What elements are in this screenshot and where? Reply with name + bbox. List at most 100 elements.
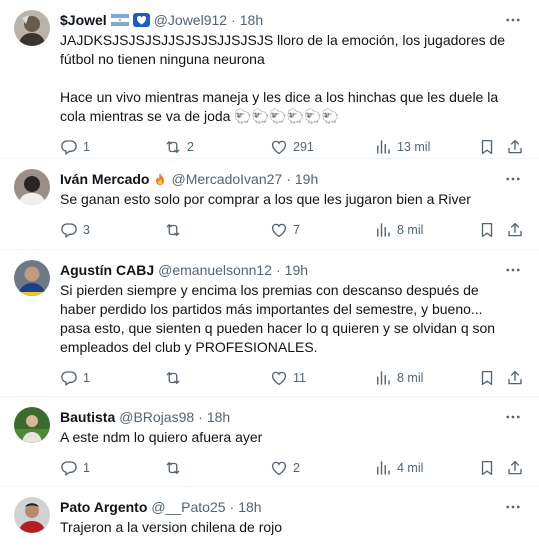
tweet-text: Si pierden siempre y encima los premias … — [60, 282, 496, 355]
separator-dot: · — [286, 171, 291, 187]
separator-dot: · — [229, 499, 235, 515]
more-options-icon[interactable] — [503, 169, 523, 189]
handle[interactable]: @__Pato25 — [151, 497, 225, 517]
tweet-header: Pato Argento @__Pato25 · 18h — [60, 497, 527, 517]
tweet-actions: 1 11 8 mil — [60, 361, 527, 397]
handle[interactable]: @MercadoIvan27 — [171, 169, 282, 189]
views-button[interactable]: 4 mil — [374, 459, 423, 477]
reply-count: 1 — [83, 461, 90, 475]
handle[interactable]: @BRojas98 — [119, 407, 194, 427]
avatar[interactable] — [14, 497, 50, 533]
view-count: 4 mil — [397, 461, 424, 475]
tweet[interactable]: Iván Mercado @MercadoIvan27 · 19h Se gan… — [0, 159, 539, 250]
tweet-header: Bautista @BRojas98 · 18h — [60, 407, 527, 427]
avatar[interactable] — [14, 407, 50, 443]
analytics-icon — [374, 459, 392, 477]
reply-icon — [60, 221, 78, 239]
reply-button[interactable]: 3 — [60, 221, 90, 239]
reply-button[interactable]: 1 — [60, 138, 90, 156]
retweet-button[interactable] — [164, 221, 187, 239]
reply-count: 1 — [83, 140, 90, 154]
tweet-header: $Jowel @Jowel912 · 18h — [60, 10, 527, 30]
separator-dot: · — [275, 262, 281, 278]
timestamp[interactable]: 18h — [238, 497, 261, 517]
like-button[interactable]: 2 — [270, 459, 300, 477]
like-count: 2 — [293, 461, 300, 475]
retweet-button[interactable] — [164, 369, 187, 387]
bookmark-button[interactable] — [478, 138, 496, 156]
share-button[interactable] — [506, 459, 524, 477]
share-button[interactable] — [506, 369, 524, 387]
display-name[interactable]: $Jowel — [60, 10, 107, 30]
bookmark-icon — [478, 138, 496, 156]
retweet-icon — [164, 369, 182, 387]
tweet-text: JAJDKSJSJSJSJJSJSJSJJSJSJS lloro de la e… — [60, 32, 506, 124]
display-name[interactable]: Pato Argento — [60, 497, 147, 517]
bookmark-icon — [478, 369, 496, 387]
more-options-icon[interactable] — [503, 497, 523, 517]
like-button[interactable]: 7 — [270, 221, 300, 239]
share-button[interactable] — [506, 221, 524, 239]
avatar[interactable] — [14, 10, 50, 46]
analytics-icon — [374, 138, 392, 156]
reply-count: 1 — [83, 371, 90, 385]
reply-button[interactable]: 1 — [60, 369, 90, 387]
reply-count: 3 — [83, 223, 90, 237]
tweet-text: Se ganan esto solo por comprar a los que… — [60, 191, 471, 207]
views-button[interactable]: 8 mil — [374, 369, 423, 387]
share-icon — [506, 369, 524, 387]
reply-button[interactable]: 1 — [60, 459, 90, 477]
view-count: 13 mil — [397, 140, 431, 154]
tweet-text: Trajeron a la version chilena de rojo — [60, 519, 283, 535]
separator-dot: · — [231, 12, 236, 28]
reply-feed: $Jowel @Jowel912 · 18h JAJDKSJSJSJSJJSJS… — [0, 0, 539, 547]
blue-heart-icon — [132, 13, 150, 27]
views-button[interactable]: 8 mil — [374, 221, 423, 239]
timestamp[interactable]: 18h — [240, 10, 263, 30]
tweet[interactable]: Pato Argento @__Pato25 · 18h Trajeron a … — [0, 487, 539, 547]
tweet[interactable]: $Jowel @Jowel912 · 18h JAJDKSJSJSJSJJSJS… — [0, 0, 539, 159]
retweet-icon — [164, 138, 182, 156]
like-button[interactable]: 11 — [270, 369, 306, 387]
retweet-icon — [164, 221, 182, 239]
retweet-button[interactable]: 2 — [164, 138, 194, 156]
handle[interactable]: @Jowel912 — [154, 10, 227, 30]
retweet-count: 2 — [187, 140, 194, 154]
share-button[interactable] — [506, 138, 524, 156]
timestamp[interactable]: 18h — [207, 407, 230, 427]
bookmark-button[interactable] — [478, 369, 496, 387]
display-name[interactable]: Agustín CABJ — [60, 260, 154, 280]
tweet-text: A este ndm lo quiero afuera ayer — [60, 429, 263, 445]
tweet-actions: 3 7 8 mil — [60, 213, 527, 249]
retweet-button[interactable] — [164, 459, 187, 477]
separator-dot: · — [198, 409, 203, 425]
share-icon — [506, 221, 524, 239]
reply-icon — [60, 369, 78, 387]
handle[interactable]: @emanuelsonn12 — [158, 260, 272, 280]
display-name[interactable]: Iván Mercado — [60, 169, 149, 189]
flame-emoji-icon — [153, 172, 167, 186]
more-options-icon[interactable] — [503, 260, 523, 280]
tweet-header: Agustín CABJ @emanuelsonn12 · 19h — [60, 260, 527, 280]
bookmark-button[interactable] — [478, 221, 496, 239]
more-options-icon[interactable] — [503, 407, 523, 427]
avatar[interactable] — [14, 169, 50, 205]
more-options-icon[interactable] — [503, 10, 523, 30]
bookmark-icon — [478, 459, 496, 477]
tweet-actions: 1 2 4 mil — [60, 451, 527, 487]
views-button[interactable]: 13 mil — [374, 138, 430, 156]
heart-icon — [270, 459, 288, 477]
view-count: 8 mil — [397, 371, 424, 385]
timestamp[interactable]: 19h — [285, 260, 308, 280]
bookmark-icon — [478, 221, 496, 239]
tweet-header: Iván Mercado @MercadoIvan27 · 19h — [60, 169, 527, 189]
like-count: 7 — [293, 223, 300, 237]
avatar[interactable] — [14, 260, 50, 296]
timestamp[interactable]: 19h — [295, 169, 318, 189]
tweet[interactable]: Agustín CABJ @emanuelsonn12 · 19h Si pie… — [0, 250, 539, 397]
like-button[interactable]: 291 — [270, 138, 314, 156]
bookmark-button[interactable] — [478, 459, 496, 477]
tweet[interactable]: Bautista @BRojas98 · 18h A este ndm lo q… — [0, 397, 539, 487]
display-name[interactable]: Bautista — [60, 407, 115, 427]
like-count: 291 — [293, 140, 314, 154]
